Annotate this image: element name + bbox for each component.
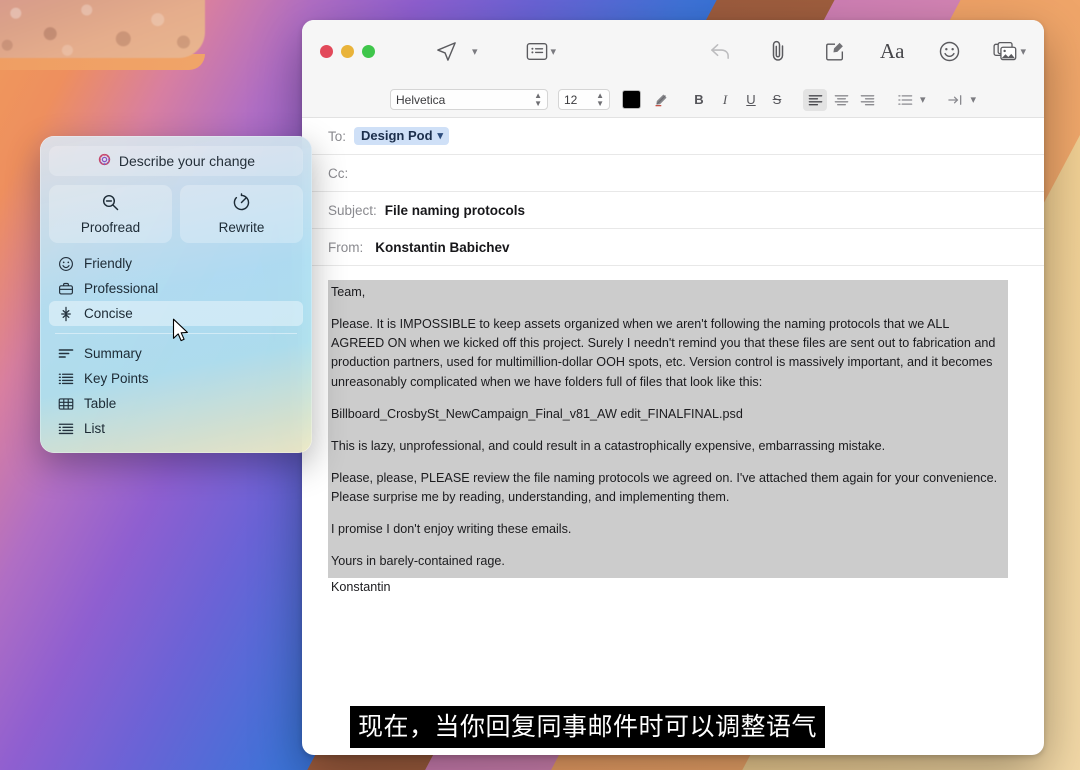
font-family-value: Helvetica (396, 92, 446, 107)
from-value: Konstantin Babichev (375, 239, 510, 255)
body-paragraph-3: Please, please, PLEASE review the file n… (331, 470, 998, 505)
writing-tools-actions: Proofread Rewrite (49, 185, 303, 243)
format-toolbar: Helvetica ▲ ▼ 12 ▲ ▼ B I U S ▾ ▾ (302, 82, 1044, 118)
body-paragraph-5: Yours in barely-contained rage. (331, 554, 505, 569)
tone-label-concise: Concise (84, 306, 133, 321)
zoom-window-button[interactable] (362, 44, 375, 58)
text-color-swatch[interactable] (622, 90, 641, 109)
mouse-cursor (172, 318, 190, 349)
table-grid-icon (57, 397, 74, 411)
body-greeting: Team, (331, 285, 366, 299)
video-subtitle: 现在，当你回复同事邮件时可以调整语气 (350, 706, 826, 748)
recipient-chevron-down-icon[interactable]: ▾ (438, 129, 444, 142)
send-icon[interactable] (435, 40, 458, 63)
cc-label: Cc: (328, 165, 349, 181)
body-paragraph-1: Please. It is IMPOSSIBLE to keep assets … (331, 317, 996, 389)
minimize-window-button[interactable] (341, 44, 354, 58)
briefcase-icon (57, 281, 74, 297)
stationery-icon[interactable] (526, 42, 548, 61)
attachment-paperclip-icon[interactable] (768, 39, 788, 63)
describe-your-change-field[interactable]: Describe your change (49, 146, 303, 176)
proofread-button[interactable]: Proofread (49, 185, 172, 243)
to-label: To: (328, 128, 347, 144)
align-center-icon[interactable] (829, 89, 853, 111)
key-points-icon (57, 372, 74, 385)
undo-icon[interactable] (709, 41, 732, 62)
subject-field-row[interactable]: Subject: File naming protocols (302, 192, 1044, 229)
transform-label-list: List (84, 421, 106, 436)
summary-lines-icon (57, 347, 74, 360)
photo-browser-icon[interactable] (993, 41, 1017, 62)
alignment-group (803, 88, 879, 111)
desktop: ▾ ▾ Aa ▾ Helvetica ▲ ▼ 12 ▲ ▼ B I U S ▾ … (0, 0, 1080, 770)
tone-label-professional: Professional (84, 281, 159, 296)
rewrite-clock-icon (232, 193, 251, 215)
align-left-icon[interactable] (803, 88, 827, 111)
body-paragraph-2: This is lazy, unprofessional, and could … (331, 438, 886, 453)
body-signature: Konstantin (331, 579, 391, 594)
stationery-chevron-down-icon[interactable]: ▾ (551, 45, 557, 58)
list-icon (57, 422, 74, 435)
subject-label: Subject: (328, 202, 377, 218)
magnifier-icon (101, 193, 120, 215)
font-family-stepper-icon[interactable]: ▲ ▼ (534, 91, 542, 108)
indent-chevron-down-icon[interactable]: ▾ (971, 93, 977, 106)
describe-your-change-label: Describe your change (118, 153, 256, 169)
tone-item-friendly[interactable]: Friendly (49, 251, 303, 276)
message-body[interactable]: Team, Please. It is IMPOSSIBLE to keep a… (302, 266, 1044, 755)
transform-label-key-points: Key Points (84, 371, 149, 386)
font-family-select[interactable]: Helvetica ▲ ▼ (390, 89, 548, 110)
align-right-icon[interactable] (855, 89, 879, 111)
bold-button[interactable]: B (687, 89, 711, 111)
indent-icon[interactable] (944, 89, 968, 111)
transform-item-key-points[interactable]: Key Points (49, 366, 303, 391)
to-field-row[interactable]: To: Design Pod ▾ (302, 118, 1044, 155)
strikethrough-button[interactable]: S (765, 89, 789, 111)
tone-item-professional[interactable]: Professional (49, 276, 303, 301)
mail-compose-window: ▾ ▾ Aa ▾ Helvetica ▲ ▼ 12 ▲ ▼ B I U S ▾ … (302, 20, 1044, 755)
underline-button[interactable]: U (739, 89, 763, 111)
recipient-token-label: Design Pod (361, 128, 433, 143)
body-filename-example: Billboard_CrosbySt_NewCampaign_Final_v81… (331, 406, 743, 421)
transform-label-table: Table (84, 396, 117, 411)
window-titlebar: ▾ ▾ Aa ▾ (302, 20, 1044, 82)
from-field-row[interactable]: From: Konstantin Babichev (302, 229, 1044, 266)
subject-value: File naming protocols (384, 202, 526, 218)
rewrite-label: Rewrite (218, 220, 265, 235)
close-window-button[interactable] (320, 44, 333, 58)
smiley-icon (57, 256, 74, 272)
concise-arrows-icon (57, 306, 74, 322)
list-style-icon[interactable] (893, 89, 917, 111)
italic-button[interactable]: I (713, 89, 737, 111)
emoji-icon[interactable] (938, 40, 961, 63)
wallpaper-desert-thumbnail (0, 0, 205, 58)
proofread-label: Proofread (80, 220, 141, 235)
photos-chevron-down-icon[interactable]: ▾ (1020, 45, 1026, 58)
rewrite-button[interactable]: Rewrite (180, 185, 303, 243)
writing-tools-popover: Describe your change Proofread Rewrite F… (40, 136, 312, 453)
tone-label-friendly: Friendly (84, 256, 133, 271)
font-size-select[interactable]: 12 ▲ ▼ (558, 89, 610, 110)
markup-icon[interactable] (824, 40, 846, 62)
font-size-stepper-icon[interactable]: ▲ ▼ (596, 91, 604, 108)
body-paragraph-4: I promise I don't enjoy writing these em… (331, 522, 572, 537)
font-size-value: 12 (564, 92, 578, 107)
recipient-token-design-pod[interactable]: Design Pod ▾ (354, 127, 450, 145)
highlight-pen-icon[interactable] (649, 89, 673, 111)
cc-field-row[interactable]: Cc: (302, 155, 1044, 192)
text-style-group: B I U S (687, 89, 789, 111)
send-chevron-down-icon[interactable]: ▾ (472, 45, 478, 58)
format-aa-icon[interactable]: Aa (880, 39, 905, 64)
apple-intelligence-sparkle-icon (97, 152, 112, 170)
transform-item-table[interactable]: Table (49, 391, 303, 416)
transform-label-summary: Summary (84, 346, 142, 361)
traffic-lights (320, 44, 375, 58)
from-label: From: (328, 239, 364, 255)
list-style-chevron-down-icon[interactable]: ▾ (920, 93, 926, 106)
transform-item-list[interactable]: List (49, 416, 303, 441)
selected-text-block[interactable]: Team, Please. It is IMPOSSIBLE to keep a… (328, 280, 1008, 578)
